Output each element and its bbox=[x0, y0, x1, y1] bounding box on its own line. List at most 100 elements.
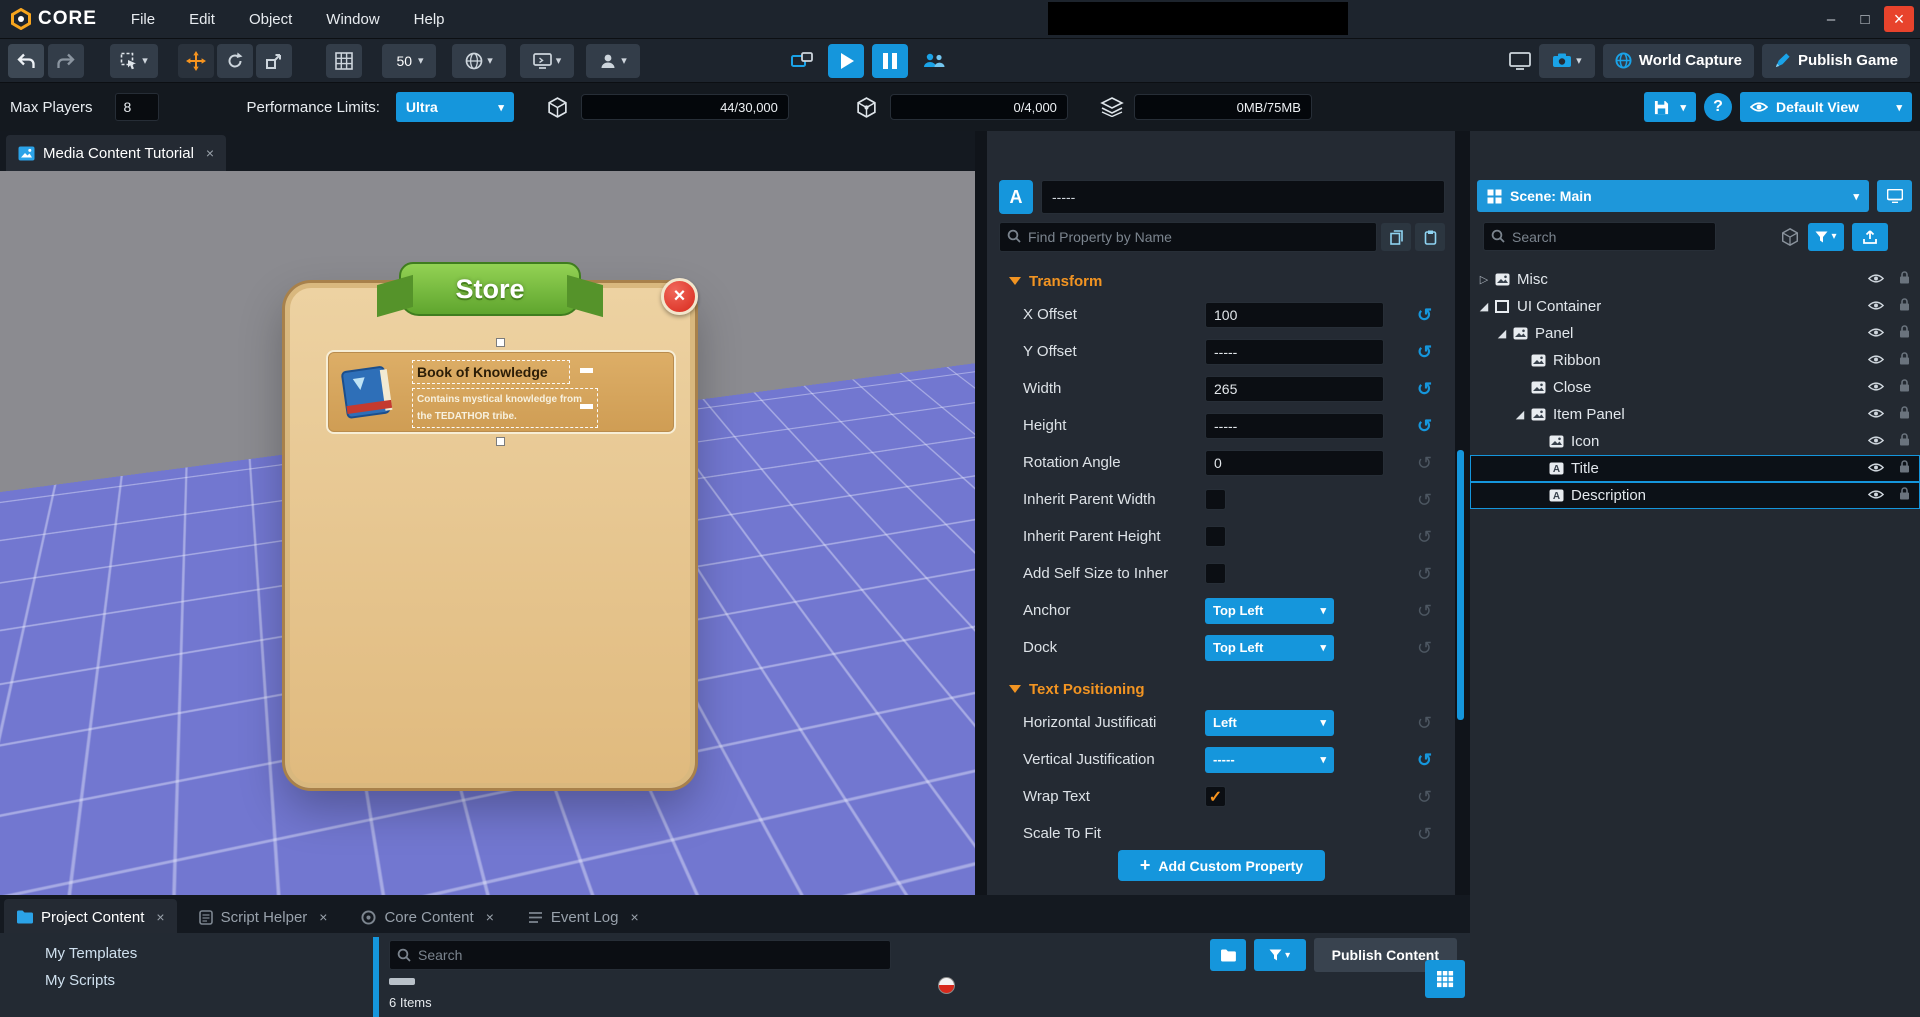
save-view-dropdown[interactable]: ▾ bbox=[1644, 92, 1696, 122]
expand-arrow-icon[interactable]: ◢ bbox=[1494, 327, 1510, 340]
world-options-dropdown[interactable]: ▾ bbox=[452, 44, 506, 78]
close-tab-icon[interactable]: × bbox=[319, 909, 327, 925]
hierarchy-item-description[interactable]: A Description bbox=[1470, 482, 1920, 509]
sidebar-divider[interactable] bbox=[373, 937, 379, 1017]
y-offset-input[interactable] bbox=[1205, 339, 1384, 365]
reset-icon[interactable]: ↺ bbox=[1417, 380, 1432, 398]
snap-size-dropdown[interactable]: 50 ▾ bbox=[382, 44, 436, 78]
close-tab-icon[interactable]: × bbox=[206, 145, 214, 161]
max-players-input[interactable] bbox=[115, 93, 159, 121]
minimize-button[interactable]: – bbox=[1816, 6, 1846, 32]
pause-button[interactable] bbox=[872, 44, 908, 78]
close-tab-icon[interactable]: × bbox=[630, 909, 638, 925]
tab-project-content[interactable]: Project Content × bbox=[4, 899, 177, 935]
scene-selector-dropdown[interactable]: Scene: Main ▾ bbox=[1477, 180, 1869, 212]
play-button[interactable] bbox=[828, 44, 864, 78]
lock-icon[interactable] bbox=[1899, 352, 1910, 369]
multiplayer-preview-button[interactable] bbox=[916, 44, 952, 78]
hierarchy-item-misc[interactable]: ▷ Misc bbox=[1470, 266, 1920, 293]
menu-window[interactable]: Window bbox=[326, 11, 379, 28]
grid-snap-button[interactable] bbox=[326, 44, 362, 78]
visibility-eye-icon[interactable] bbox=[1868, 298, 1884, 315]
display-icon[interactable] bbox=[1509, 52, 1531, 70]
redo-button[interactable] bbox=[48, 44, 84, 78]
asset-thumbnail-sphere[interactable] bbox=[938, 977, 955, 994]
lock-icon[interactable] bbox=[1899, 298, 1910, 315]
x-offset-input[interactable] bbox=[1205, 302, 1384, 328]
performance-limits-dropdown[interactable]: Ultra ▾ bbox=[396, 92, 514, 122]
add-custom-property-button[interactable]: + Add Custom Property bbox=[1118, 850, 1325, 881]
scale-tool-button[interactable] bbox=[256, 44, 292, 78]
capture-camera-dropdown[interactable]: ▾ bbox=[1539, 44, 1595, 78]
lock-icon[interactable] bbox=[1899, 271, 1910, 288]
height-input[interactable] bbox=[1205, 413, 1384, 439]
lock-icon[interactable] bbox=[1899, 406, 1910, 423]
hierarchy-item-panel[interactable]: ◢ Panel bbox=[1470, 320, 1920, 347]
reset-icon[interactable]: ↺ bbox=[1417, 714, 1432, 732]
reset-icon[interactable]: ↺ bbox=[1417, 788, 1432, 806]
visibility-eye-icon[interactable] bbox=[1868, 271, 1884, 288]
world-capture-button[interactable]: World Capture bbox=[1603, 44, 1754, 78]
section-transform[interactable]: Transform bbox=[1009, 266, 1455, 296]
scrollbar-thumb[interactable] bbox=[1457, 450, 1464, 720]
hierarchy-item-item-panel[interactable]: ◢ Item Panel bbox=[1470, 401, 1920, 428]
reset-icon[interactable]: ↺ bbox=[1417, 751, 1432, 769]
anchor-dropdown[interactable]: Top Left ▾ bbox=[1205, 598, 1334, 624]
hierarchy-search-input[interactable] bbox=[1483, 222, 1716, 251]
reset-icon[interactable]: ↺ bbox=[1417, 343, 1432, 361]
export-template-button[interactable] bbox=[1852, 223, 1888, 251]
default-view-dropdown[interactable]: Default View ▾ bbox=[1740, 92, 1912, 122]
filter-object-icon[interactable] bbox=[1780, 227, 1800, 247]
close-button[interactable]: × bbox=[1884, 6, 1914, 32]
inherit-parent-width-checkbox[interactable] bbox=[1205, 489, 1226, 510]
vertical-justification-dropdown[interactable]: ----- ▾ bbox=[1205, 747, 1334, 773]
restore-button[interactable]: □ bbox=[1850, 6, 1880, 32]
avatar-options-dropdown[interactable]: ▾ bbox=[586, 44, 640, 78]
hierarchy-item-ui-container[interactable]: ◢ UI Container bbox=[1470, 293, 1920, 320]
multi-viewport-button[interactable] bbox=[784, 44, 820, 78]
lock-icon[interactable] bbox=[1899, 325, 1910, 342]
visibility-eye-icon[interactable] bbox=[1868, 487, 1884, 504]
tab-core-content[interactable]: Core Content × bbox=[349, 899, 505, 935]
new-folder-button[interactable] bbox=[1210, 939, 1246, 971]
reset-icon[interactable]: ↺ bbox=[1417, 602, 1432, 620]
lock-icon[interactable] bbox=[1899, 487, 1910, 504]
tab-script-helper[interactable]: Script Helper × bbox=[187, 899, 340, 935]
lock-icon[interactable] bbox=[1899, 379, 1910, 396]
selection-handle[interactable] bbox=[496, 437, 505, 446]
reset-icon[interactable]: ↺ bbox=[1417, 565, 1432, 583]
dock-dropdown[interactable]: Top Left ▾ bbox=[1205, 635, 1334, 661]
publish-game-button[interactable]: Publish Game bbox=[1762, 44, 1910, 78]
visibility-eye-icon[interactable] bbox=[1868, 433, 1884, 450]
wrap-text-checkbox[interactable]: ✓ bbox=[1205, 786, 1226, 807]
menu-edit[interactable]: Edit bbox=[189, 11, 215, 28]
reset-icon[interactable]: ↺ bbox=[1417, 491, 1432, 509]
copy-properties-button[interactable] bbox=[1381, 223, 1411, 251]
content-search-input[interactable] bbox=[389, 940, 891, 970]
expand-arrow-icon[interactable]: ◢ bbox=[1512, 408, 1528, 421]
undo-button[interactable] bbox=[8, 44, 44, 78]
selection-handle[interactable] bbox=[496, 338, 505, 347]
collapse-arrow-icon[interactable]: ▷ bbox=[1476, 273, 1492, 286]
hierarchy-item-title[interactable]: A Title bbox=[1470, 455, 1920, 482]
screen-options-dropdown[interactable]: ▾ bbox=[520, 44, 574, 78]
section-text-positioning[interactable]: Text Positioning bbox=[1009, 674, 1455, 704]
hierarchy-item-ribbon[interactable]: Ribbon bbox=[1470, 347, 1920, 374]
expand-arrow-icon[interactable]: ◢ bbox=[1476, 300, 1492, 313]
visibility-eye-icon[interactable] bbox=[1868, 325, 1884, 342]
menu-file[interactable]: File bbox=[131, 11, 155, 28]
reset-icon[interactable]: ↺ bbox=[1417, 417, 1432, 435]
visibility-eye-icon[interactable] bbox=[1868, 352, 1884, 369]
help-button[interactable]: ? bbox=[1704, 93, 1732, 121]
menu-object[interactable]: Object bbox=[249, 11, 292, 28]
lock-icon[interactable] bbox=[1899, 460, 1910, 477]
rotate-tool-button[interactable] bbox=[217, 44, 253, 78]
reset-icon[interactable]: ↺ bbox=[1417, 454, 1432, 472]
lock-icon[interactable] bbox=[1899, 433, 1910, 450]
reset-icon[interactable]: ↺ bbox=[1417, 825, 1432, 843]
reset-icon[interactable]: ↺ bbox=[1417, 639, 1432, 657]
visibility-eye-icon[interactable] bbox=[1868, 406, 1884, 423]
horizontal-justification-dropdown[interactable]: Left ▾ bbox=[1205, 710, 1334, 736]
hierarchy-item-icon[interactable]: Icon bbox=[1470, 428, 1920, 455]
hierarchy-filter-button[interactable]: ▾ bbox=[1808, 223, 1844, 251]
